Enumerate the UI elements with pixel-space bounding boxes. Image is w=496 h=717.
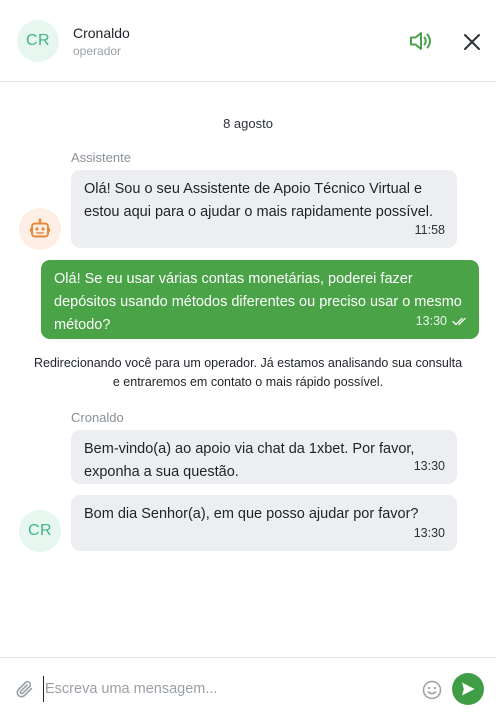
system-notice: Redirecionando você para um operador. Já…	[33, 356, 463, 389]
agent-role: operador	[73, 44, 122, 58]
message-text: Bom dia Senhor(a), em que posso ajudar p…	[84, 506, 419, 522]
message-text: Bem-vindo(a) ao apoio via chat da 1xbet.…	[84, 441, 415, 480]
user-message: Olá! Se eu usar várias contas monetárias…	[41, 260, 479, 339]
attach-button[interactable]	[14, 678, 36, 700]
date-separator: 8 agosto	[223, 116, 273, 131]
close-icon	[464, 34, 480, 50]
message-time: 13:30	[413, 526, 445, 540]
message-time: 11:58	[414, 223, 445, 237]
message-meta: 13:30	[416, 310, 467, 333]
message-text: Olá! Se eu usar várias contas monetárias…	[54, 271, 462, 333]
message-text: Olá! Sou o seu Assistente de Apoio Técni…	[84, 181, 434, 220]
message-composer	[0, 657, 496, 717]
speaker-icon	[410, 32, 431, 50]
send-button[interactable]	[452, 673, 484, 705]
assistant-message: Olá! Sou o seu Assistente de Apoio Técni…	[71, 170, 457, 248]
assistant-avatar	[19, 208, 61, 250]
message-time: 13:30	[415, 314, 447, 328]
emoji-button[interactable]	[421, 679, 443, 701]
send-icon	[462, 682, 475, 696]
agent-name: Cronaldo	[73, 25, 130, 41]
operator-message: Bom dia Senhor(a), em que posso ajudar p…	[71, 495, 457, 551]
sound-toggle-button[interactable]	[408, 28, 436, 54]
paperclip-icon	[16, 680, 33, 698]
robot-icon	[30, 218, 50, 238]
agent-avatar: CR	[17, 20, 59, 62]
message-input[interactable]	[43, 676, 403, 702]
operator-message: Bem-vindo(a) ao apoio via chat da 1xbet.…	[71, 430, 457, 484]
smiley-icon	[422, 680, 442, 700]
close-button[interactable]	[459, 29, 485, 55]
message-time: 13:30	[413, 459, 445, 473]
operator-sender-label: Cronaldo	[71, 410, 124, 425]
message-list[interactable]: 8 agosto Assistente Olá! Sou o seu Assis…	[0, 83, 496, 657]
chat-header: CR Cronaldo operador	[0, 0, 496, 82]
double-check-icon	[452, 317, 466, 326]
assistant-sender-label: Assistente	[71, 150, 131, 165]
operator-avatar: CR	[19, 510, 61, 552]
